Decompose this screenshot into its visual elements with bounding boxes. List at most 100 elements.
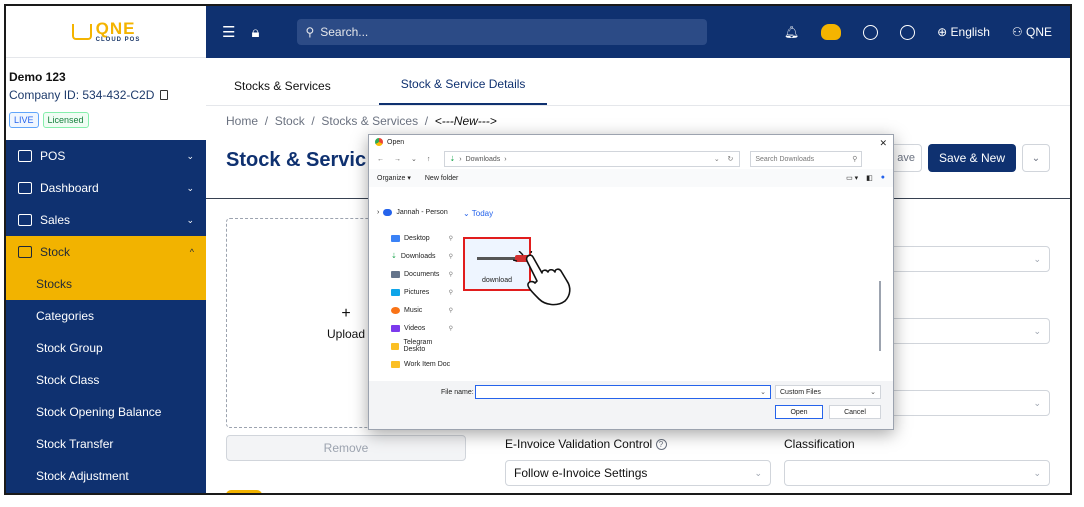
chevron-down-icon: ⌄ [1033,397,1041,408]
path-downloads[interactable]: Downloads [466,156,501,163]
folder-icon [391,360,400,368]
einvoice-validation-select[interactable]: Follow e-Invoice Settings ⌄ [505,460,771,486]
quick-access-work-item[interactable]: Work Item Doc [375,355,453,373]
view-options: ▭ ▾ ◧ ● [846,174,893,182]
sidebar-item-sales[interactable]: Sales ⌄ [6,204,206,236]
desktop-icon [391,234,400,242]
sidebar-item-stock[interactable]: Stock ^ [6,236,206,268]
sidebar-item-label: Sales [40,213,71,227]
save-and-new-button[interactable]: Save & New [928,144,1016,172]
up-arrow-icon[interactable]: ↑ [427,156,431,163]
quick-access-videos[interactable]: Videos ⚲ [375,319,453,337]
file-type-select[interactable]: Custom Files ⌄ [775,385,881,399]
quick-access-music[interactable]: Music ⚲ [375,301,453,319]
bell-icon[interactable]: 🔔︎ [784,25,799,39]
quick-access-documents[interactable]: Documents ⚲ [375,265,453,283]
dialog-search-input[interactable]: Search Downloads ⚲ [750,151,863,167]
app-window: QNE CLOUD POS Demo 123 Company ID: 534-4… [4,4,1072,495]
close-icon[interactable]: ✕ [879,138,887,149]
chat-icon[interactable] [863,24,879,40]
language-label: English [950,25,990,39]
quick-access-telegram[interactable]: Telegram Deskto [375,337,453,355]
breadcrumb-separator: / [264,114,269,128]
new-folder-button[interactable]: New folder [425,175,458,182]
open-button[interactable]: Open [775,405,823,419]
help-icon[interactable]: ? [655,439,667,451]
quick-access-downloads[interactable]: ⇣ Downloads ⚲ [375,247,453,265]
toggle-switch[interactable] [226,490,262,493]
quick-access-label: Videos [404,324,426,332]
chevron-down-icon: ⌄ [186,150,194,161]
breadcrumb-home[interactable]: Home [226,114,258,128]
sidebar-subitem-stock-group[interactable]: Stock Group [6,332,206,364]
upload-label: Upload [326,327,366,341]
search-input[interactable]: ⚲ Search... [297,19,708,45]
dialog-search-placeholder: Search Downloads [755,155,815,163]
lock-icon[interactable]: 🔒︎ [251,24,259,41]
sidebar-subitem-stock-class[interactable]: Stock Class [6,364,206,396]
breadcrumb-current: <---New---> [434,114,497,128]
breadcrumb-separator: / [311,114,315,128]
scrollbar[interactable] [879,281,881,351]
breadcrumb-stock[interactable]: Stock [275,114,305,128]
pin-icon: ⚲ [448,325,453,332]
qne-logo[interactable]: QNE CLOUD POS [71,20,141,43]
quick-access-label: Telegram Deskto [403,339,433,353]
help-icon[interactable] [900,24,916,40]
sidebar-menu: POS ⌄ Dashboard ⌄ Sales ⌄ Stock ^ Stocks… [6,140,206,493]
pin-icon: ⚲ [448,307,453,314]
sidebar-subitem-stocks[interactable]: Stocks [6,268,206,300]
live-badge: LIVE [9,112,39,128]
tree-onedrive[interactable]: › Jannah - Person [375,203,453,221]
group-label: Today [471,209,494,218]
back-arrow-icon[interactable]: ← [377,156,384,163]
sidebar-item-dashboard[interactable]: Dashboard ⌄ [6,172,206,204]
refresh-icon[interactable]: ⌄ ↻ [714,155,734,163]
sidebar-subitem-stock-opening-balance[interactable]: Stock Opening Balance [6,396,206,428]
box-icon [18,246,32,258]
sidebar-item-label: Dashboard [40,181,99,195]
page-title: Stock & Servic [226,149,367,171]
user-menu[interactable]: ⚇ QNE [1012,25,1052,39]
address-bar[interactable]: ⇣ › Downloads › ⌄ ↻ [444,151,741,167]
preview-pane-icon[interactable]: ◧ [866,174,873,182]
chevron-down-icon: ⌄ [754,467,762,478]
tab-stocks-services[interactable]: Stocks & Services [206,79,359,105]
forward-arrow-icon[interactable]: → [394,156,401,163]
cancel-button[interactable]: Cancel [829,405,881,419]
crown-mascot-icon[interactable] [821,24,842,40]
copy-icon[interactable] [160,90,169,100]
info-icon[interactable]: ● [881,174,885,182]
quick-access-desktop[interactable]: Desktop ⚲ [375,229,453,247]
breadcrumb-stocks-services[interactable]: Stocks & Services [321,114,418,128]
quick-access-pictures[interactable]: Pictures ⚲ [375,283,453,301]
company-id-text: Company ID: 534-432-C2D [9,88,155,102]
collapse-menu-icon[interactable]: ☰ [222,23,235,41]
language-selector[interactable]: ⊕ English [937,25,990,39]
chevron-down-icon[interactable]: ⌄ [760,388,766,396]
tab-stock-service-details[interactable]: Stock & Service Details [378,77,548,105]
einvoice-validation-label-text: E-Invoice Validation Control [505,437,653,451]
sidebar-subitem-stock-adjustment[interactable]: Stock Adjustment [6,460,206,492]
tree-root-label: Jannah - Person [396,208,448,216]
file-name-field-label: File name: [441,389,474,396]
sidebar-subitem-categories[interactable]: Categories [6,300,206,332]
sidebar-item-pos[interactable]: POS ⌄ [6,140,206,172]
company-id: Company ID: 534-432-C2D [9,88,203,102]
pin-icon: ⚲ [448,271,453,278]
sidebar-subitem-stock-transfer[interactable]: Stock Transfer [6,428,206,460]
group-header-today[interactable]: ⌄ Today [463,209,493,218]
classification-select[interactable]: ⌄ [784,460,1050,486]
file-name-input[interactable]: ⌄ [475,385,771,399]
remove-button[interactable]: Remove [226,435,466,461]
search-icon: ⚲ [305,25,315,39]
more-options-button[interactable]: ⌄ [1022,144,1050,172]
organize-menu[interactable]: Organize ▾ [377,174,411,182]
pointing-hand-icon [513,251,571,306]
download-folder-icon: ⇣ [449,156,456,163]
view-mode-icon[interactable]: ▭ ▾ [846,174,858,182]
recent-dropdown-icon[interactable]: ⌄ [411,155,417,163]
status-badges: LIVE Licensed [6,108,206,132]
logo-area: QNE CLOUD POS [6,6,206,58]
user-name: QNE [1025,25,1052,39]
